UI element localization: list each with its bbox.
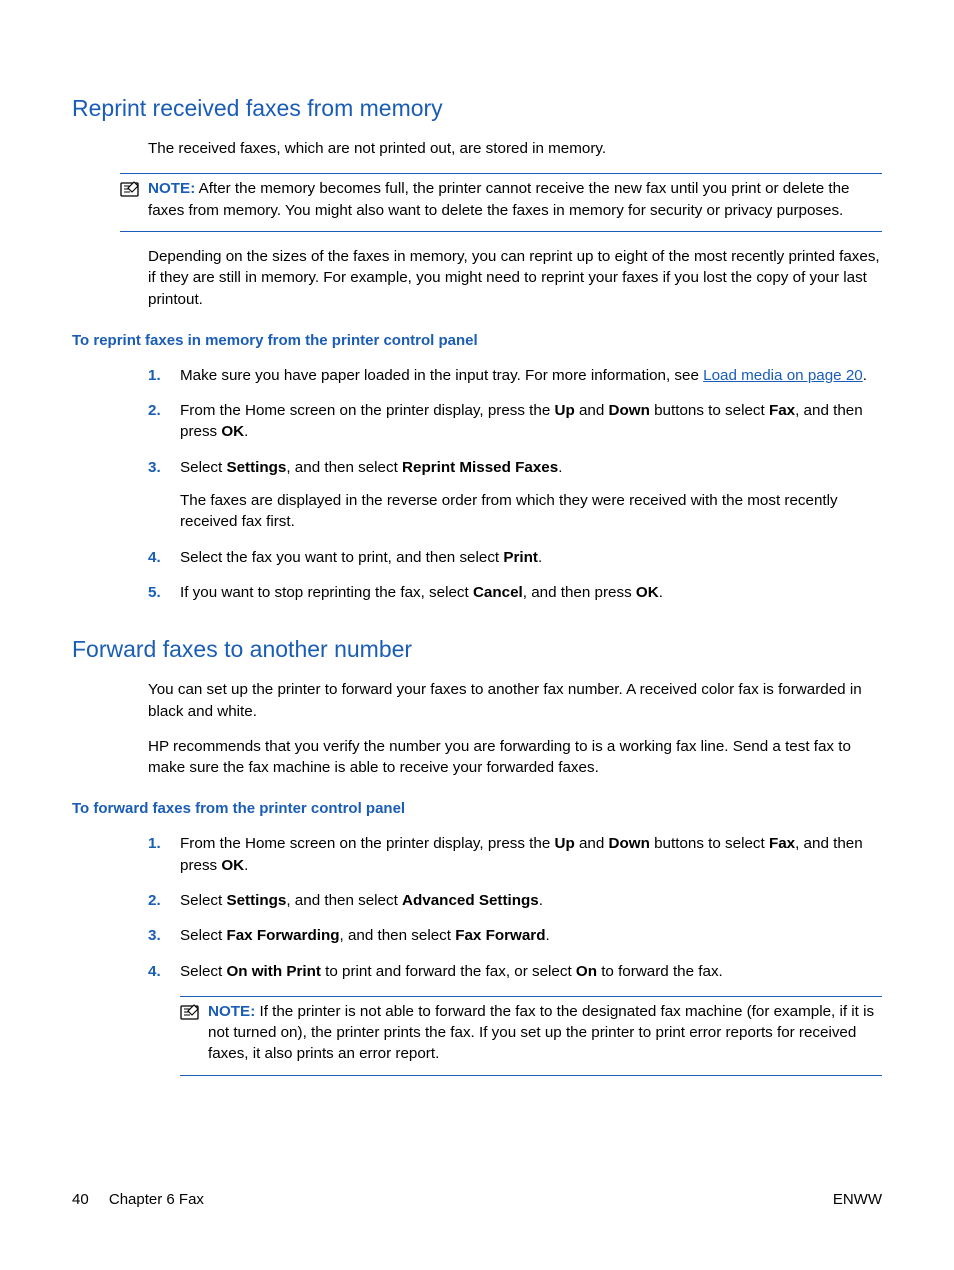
step-text: If you want to stop reprinting the fax, … (180, 582, 882, 603)
step-text: From the Home screen on the printer disp… (180, 833, 882, 876)
chapter-label: Chapter 6 Fax (109, 1191, 204, 1208)
step-text: Select Settings, and then select Reprint… (180, 457, 882, 478)
heading-reprint: Reprint received faxes from memory (72, 92, 882, 124)
body-text: The received faxes, which are not printe… (148, 138, 882, 159)
note-label: NOTE: (148, 180, 195, 197)
step-text: Select the fax you want to print, and th… (180, 547, 882, 568)
step-number: 3. (148, 925, 161, 946)
step-item: 4. Select the fax you want to print, and… (148, 547, 882, 568)
step-number: 2. (148, 890, 161, 911)
step-number: 2. (148, 400, 161, 421)
note-label: NOTE: (208, 1003, 255, 1020)
step-text: Make sure you have paper loaded in the i… (180, 365, 882, 386)
note-box: NOTE: After the memory becomes full, the… (120, 173, 882, 232)
note-text: If the printer is not able to forward th… (208, 1003, 874, 1063)
steps-list: 1. From the Home screen on the printer d… (148, 833, 882, 1075)
body-text: You can set up the printer to forward yo… (148, 679, 882, 722)
note-content: NOTE: If the printer is not able to forw… (208, 1001, 882, 1065)
note-icon (120, 180, 142, 198)
note-content: NOTE: After the memory becomes full, the… (148, 178, 882, 221)
step-number: 4. (148, 961, 161, 982)
heading-forward: Forward faxes to another number (72, 633, 882, 665)
step-item: 1. From the Home screen on the printer d… (148, 833, 882, 876)
page-footer: 40 Chapter 6 Fax ENWW (72, 1189, 882, 1210)
step-item: 1. Make sure you have paper loaded in th… (148, 365, 882, 386)
note-box: NOTE: If the printer is not able to forw… (180, 996, 882, 1076)
sub-heading-reprint: To reprint faxes in memory from the prin… (72, 330, 882, 351)
body-text: Depending on the sizes of the faxes in m… (148, 246, 882, 310)
step-number: 4. (148, 547, 161, 568)
step-item: 2. From the Home screen on the printer d… (148, 400, 882, 443)
steps-list: 1. Make sure you have paper loaded in th… (148, 365, 882, 603)
footer-right: ENWW (833, 1189, 882, 1210)
step-number: 1. (148, 365, 161, 386)
step-item: 3. Select Settings, and then select Repr… (148, 457, 882, 533)
step-text: The faxes are displayed in the reverse o… (180, 490, 882, 533)
step-item: 2. Select Settings, and then select Adva… (148, 890, 882, 911)
step-text: From the Home screen on the printer disp… (180, 400, 882, 443)
step-text: Select Fax Forwarding, and then select F… (180, 925, 882, 946)
section-forward-faxes: Forward faxes to another number You can … (72, 633, 882, 1076)
body-text: HP recommends that you verify the number… (148, 736, 882, 779)
step-number: 1. (148, 833, 161, 854)
page-number: 40 (72, 1191, 89, 1208)
section-reprint-faxes: Reprint received faxes from memory The r… (72, 92, 882, 603)
link-load-media[interactable]: Load media on page 20 (703, 367, 863, 384)
step-number: 3. (148, 457, 161, 478)
step-number: 5. (148, 582, 161, 603)
step-item: 5. If you want to stop reprinting the fa… (148, 582, 882, 603)
note-icon (180, 1003, 202, 1021)
note-text: After the memory becomes full, the print… (148, 180, 850, 218)
step-item: 3. Select Fax Forwarding, and then selec… (148, 925, 882, 946)
step-text: Select Settings, and then select Advance… (180, 890, 882, 911)
sub-heading-forward: To forward faxes from the printer contro… (72, 798, 882, 819)
step-text: Select On with Print to print and forwar… (180, 961, 882, 982)
step-item: 4. Select On with Print to print and for… (148, 961, 882, 1076)
